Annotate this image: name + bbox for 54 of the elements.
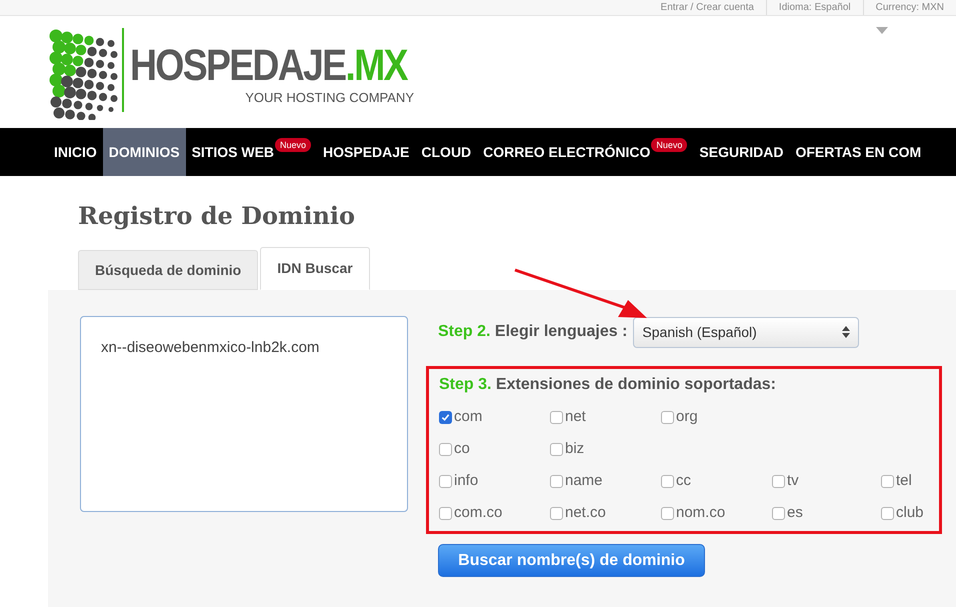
extension-label: nom.co: [676, 502, 726, 523]
select-arrows-icon: [842, 326, 850, 338]
dropdown-caret-icon[interactable]: [876, 27, 888, 34]
checkbox[interactable]: [772, 474, 785, 488]
nav-item[interactable]: HOSPEDAJE: [317, 128, 416, 176]
checkbox[interactable]: [439, 410, 452, 424]
checkbox[interactable]: [661, 410, 674, 424]
nav-item[interactable]: INICIO: [48, 128, 103, 176]
extension-label: tel: [896, 470, 912, 491]
language-select[interactable]: Spanish (Español): [633, 316, 860, 348]
checkbox[interactable]: [550, 410, 563, 424]
extension-label: net: [565, 406, 586, 427]
checkbox[interactable]: [772, 506, 785, 520]
checkbox[interactable]: [550, 474, 563, 488]
extension-label: net.co: [565, 502, 606, 523]
nav-item[interactable]: DOMINIOS: [102, 128, 186, 176]
pointer-arrow-icon: [514, 268, 648, 320]
step-label: Step 2. Elegir lenguajes :: [438, 322, 628, 342]
extension-label: info: [454, 470, 478, 491]
step-label: Step 3. Extensiones de dominio soportadas:: [439, 375, 777, 395]
extension-label: com.co: [454, 502, 502, 523]
extension-label: tv: [787, 470, 799, 491]
nav-item[interactable]: CORREO ELECTRÓNICO Nuevo: [477, 128, 694, 176]
checkbox[interactable]: [439, 506, 452, 520]
checkbox[interactable]: [661, 506, 674, 520]
checkbox[interactable]: [550, 442, 563, 456]
extension-label: biz: [565, 438, 584, 459]
checkbox[interactable]: [661, 474, 674, 488]
tab[interactable]: IDN Buscar: [260, 247, 370, 290]
extension-label: co: [454, 438, 470, 459]
domain-textarea[interactable]: xn--diseowebenmxico-lnb2k.com: [80, 316, 408, 512]
checkbox[interactable]: [439, 442, 452, 456]
checkbox[interactable]: [881, 506, 894, 520]
checkbox[interactable]: [881, 474, 894, 488]
logo-tagline: YOUR HOSTING COMPANY: [245, 89, 414, 107]
extension-label: cc: [676, 470, 691, 491]
new-badge: Nuevo: [275, 138, 312, 152]
extension-label: name: [565, 470, 603, 491]
tab[interactable]: Búsqueda de dominio: [78, 250, 258, 290]
extension-label: es: [787, 502, 803, 523]
page-title: Registro de Dominio: [77, 200, 356, 232]
checkbox[interactable]: [550, 506, 563, 520]
extension-label: club: [896, 502, 924, 523]
new-badge: Nuevo: [651, 138, 688, 152]
logo-dots-icon: [48, 28, 118, 120]
checkbox[interactable]: [439, 474, 452, 488]
logo-wordmark: HOSPEDAJE: [130, 41, 346, 90]
nav-item[interactable]: OFERTAS EN COM: [789, 128, 928, 176]
extension-label: org: [676, 406, 698, 427]
nav-item[interactable]: CLOUD: [415, 128, 478, 176]
extension-label: com: [454, 406, 482, 427]
nav-item[interactable]: SEGURIDAD: [693, 128, 790, 176]
logo-suffix: .MX: [345, 41, 407, 90]
nav-item[interactable]: SITIOS WEB Nuevo: [186, 128, 318, 176]
